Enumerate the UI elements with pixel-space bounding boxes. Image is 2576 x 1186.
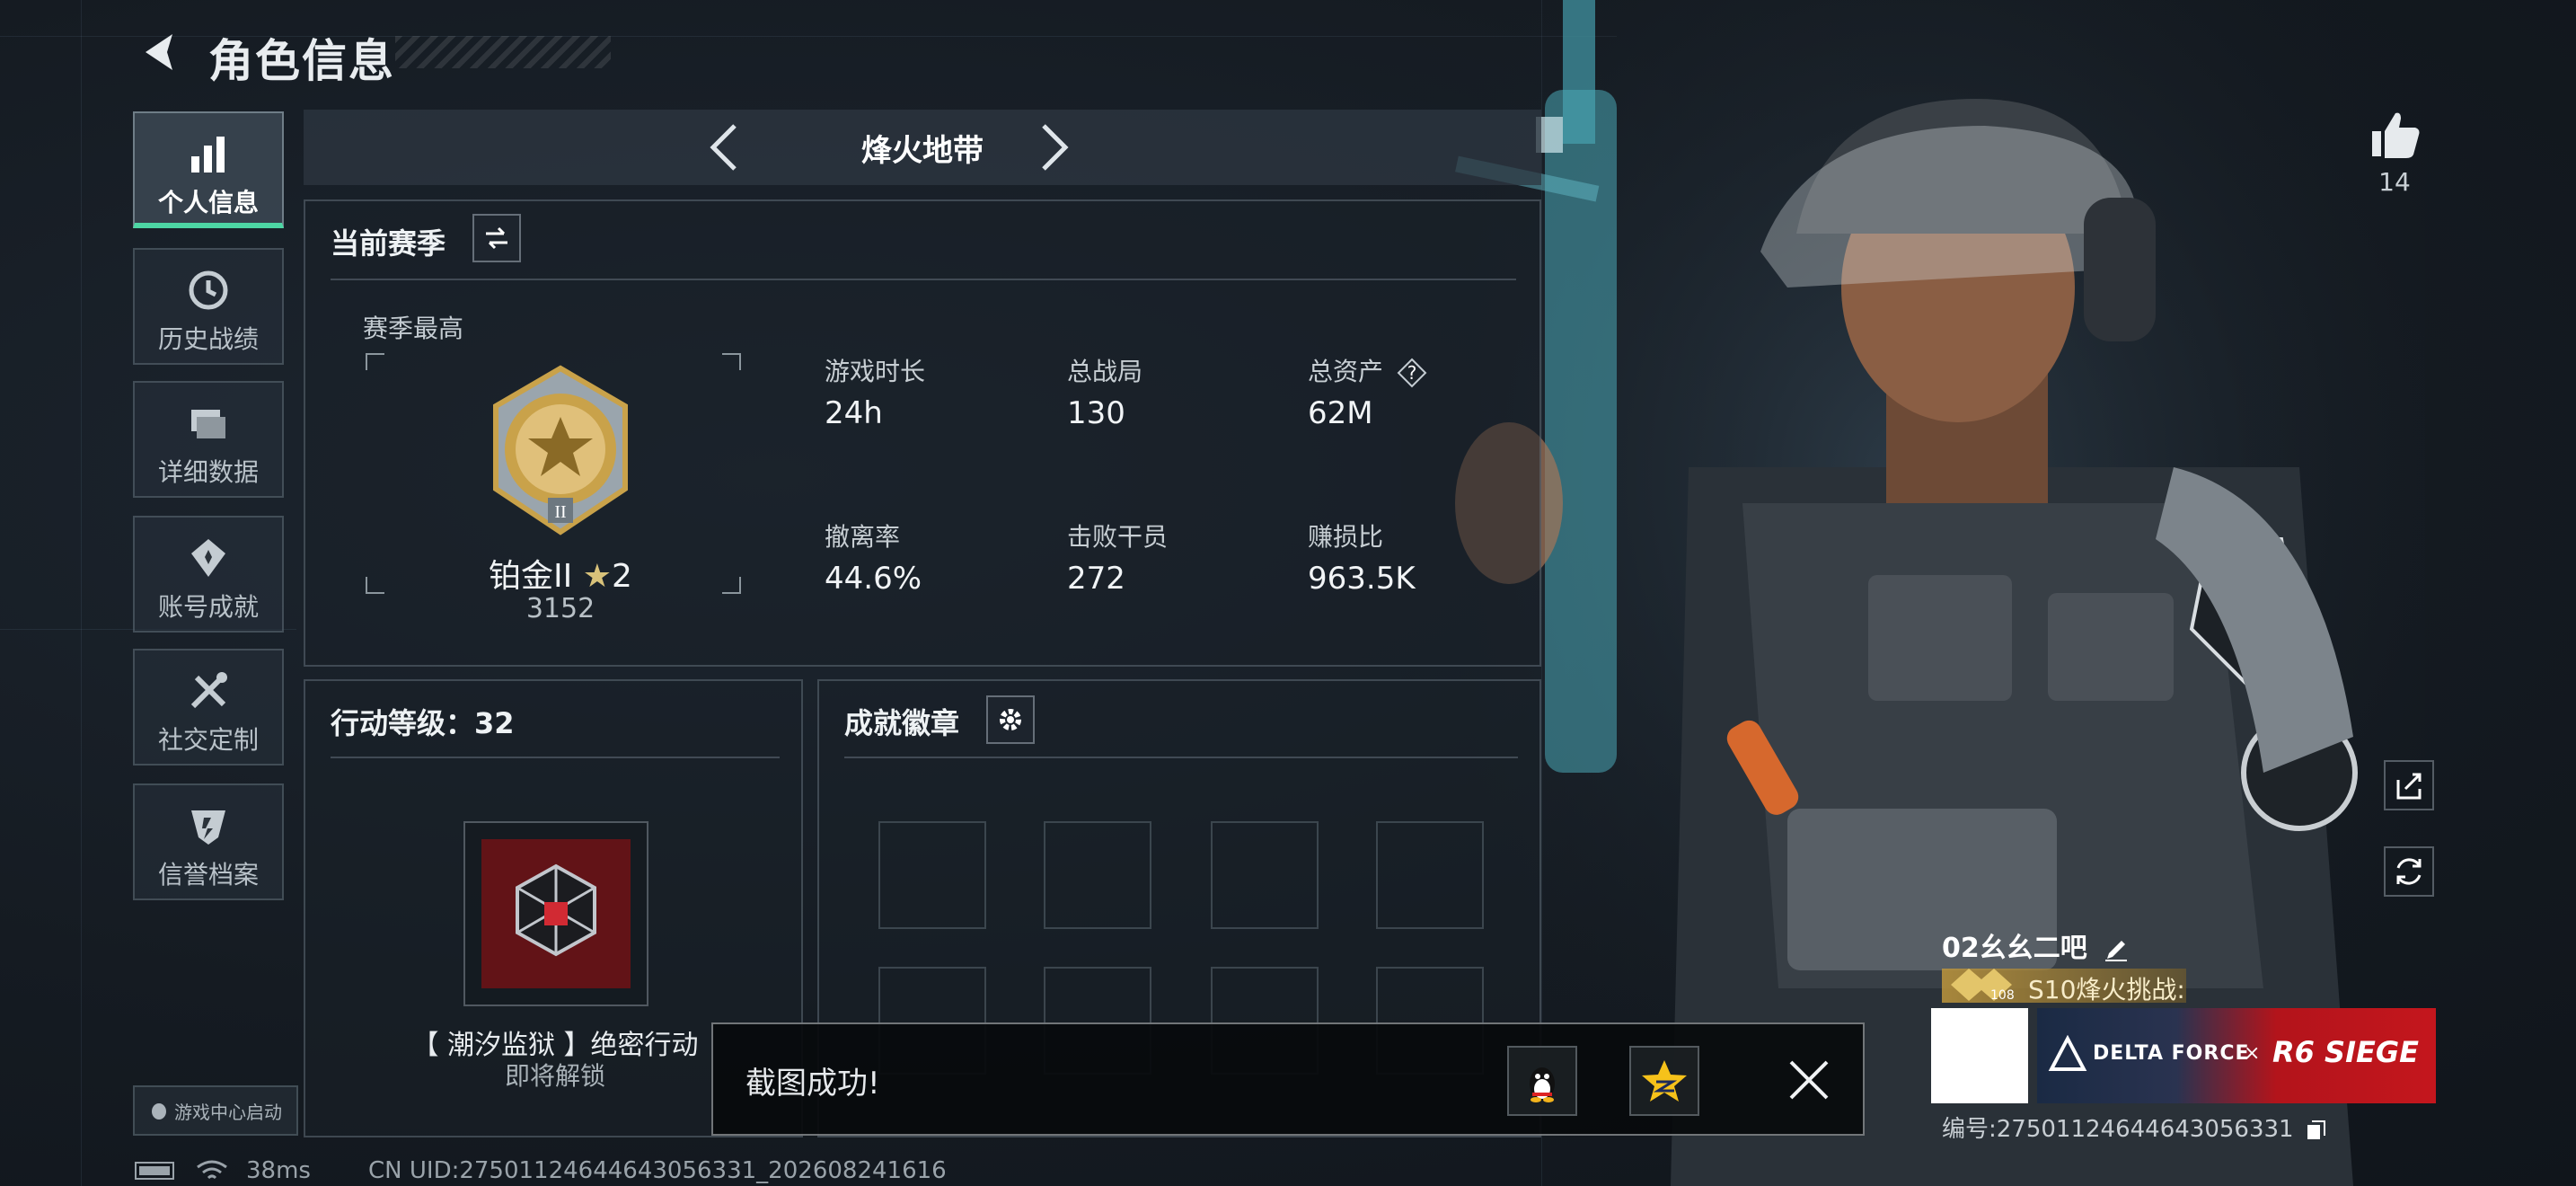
stat-value-extraction-rate: 44.6% [825, 561, 922, 597]
bar-chart-icon [191, 137, 225, 173]
collab-left-logo: DELTA FORCE [2093, 1042, 2250, 1065]
nav-item-label: 信誉档案 [157, 860, 259, 890]
ping-value: 38ms [246, 1157, 311, 1184]
badge-slot[interactable] [1211, 821, 1319, 929]
toast-message: 截图成功! [745, 1066, 880, 1102]
wifi-icon [197, 1160, 227, 1180]
delta-force-logo-icon [2048, 1035, 2087, 1071]
title-decoration [395, 36, 611, 68]
player-id: 编号:27501124644643056331 [1942, 1111, 2328, 1144]
stat-value-operators-defeated: 272 [1067, 561, 1125, 597]
separator [331, 757, 780, 758]
uid-line: CN UID:27501124644643056331_202608241616 [368, 1157, 947, 1184]
nav-item-social-custom[interactable]: 社交定制 [133, 649, 284, 766]
collab-banner: DELTA FORCE × R6 SIEGE [2037, 1008, 2436, 1103]
swap-arrows-icon [486, 226, 507, 250]
season-tag-text: S10烽火挑战: [2028, 975, 2185, 1005]
folder-icon [191, 410, 225, 438]
season-title: 当前赛季 [331, 226, 446, 261]
share-qzone-button[interactable] [1629, 1046, 1699, 1116]
nav-item-label: 历史战绩 [157, 324, 259, 354]
chevron-right-icon[interactable] [1022, 119, 1080, 176]
gear-icon [1000, 709, 1021, 730]
collab-right-logo: R6 SIEGE [2272, 1035, 2419, 1069]
stat-value-total-assets: 62M [1308, 395, 1373, 431]
like-count: 14 [2378, 167, 2411, 197]
nav-item-detailed-data[interactable]: 详细数据 [133, 381, 284, 498]
share-qq-button[interactable] [1507, 1046, 1577, 1116]
stat-value-playtime: 24h [825, 395, 883, 431]
mode-name: 烽火地带 [861, 133, 984, 169]
nav-item-credit-record[interactable]: 信誉档案 [133, 783, 284, 900]
platinum-rank-emblem-icon: II [493, 365, 628, 535]
avatar[interactable] [1931, 1008, 2028, 1103]
season-challenge-tag[interactable]: 108 S10烽火挑战: [1942, 969, 2186, 1005]
battery-icon [135, 1162, 174, 1180]
mode-selector: 烽火地带 [304, 110, 1541, 185]
nav-item-label: 个人信息 [157, 188, 259, 217]
season-best-label: 赛季最高 [363, 314, 464, 343]
separator [331, 279, 1516, 280]
stat-label-operators-defeated: 击败干员 [1067, 522, 1169, 552]
game-center-launch-button[interactable]: 游戏中心启动 [133, 1085, 298, 1136]
thumbs-up-icon [2372, 112, 2420, 158]
page-title: 角色信息 [208, 35, 395, 87]
level-title: 行动等级：32 [331, 706, 515, 740]
nav-item-achievements[interactable]: 账号成就 [133, 516, 284, 633]
stat-label-extraction-rate: 撤离率 [825, 522, 901, 552]
bg-grid-line [81, 0, 82, 1186]
stat-value-profit-loss-ratio: 963.5K [1308, 561, 1416, 597]
rank-name: 铂金II ★2 [489, 558, 632, 595]
help-question-icon[interactable]: ? [1397, 358, 1427, 388]
level-wing-icon: 108 [1951, 969, 2015, 1003]
stat-value-total-matches: 130 [1067, 395, 1125, 431]
badge-slot[interactable] [878, 821, 986, 929]
current-season-panel: 当前赛季 赛季最高 II 铂金II ★2 3152 游戏时长 24h 总战局 1… [304, 199, 1541, 667]
tidal-prison-cube-icon [481, 839, 631, 988]
stat-label-total-matches: 总战局 [1067, 357, 1143, 386]
qq-penguin-icon [1530, 1067, 1555, 1102]
nav-item-label: 详细数据 [157, 457, 259, 487]
svg-text:II: II [554, 502, 566, 522]
edit-pencil-icon[interactable] [2104, 937, 2129, 962]
stat-label-total-assets: 总资产 ? [1308, 352, 1427, 388]
share-icon [2396, 773, 2422, 800]
stat-label-profit-loss-ratio: 赚损比 [1308, 522, 1384, 552]
status-bar: 38ms [135, 1157, 311, 1184]
refresh-button[interactable] [2384, 846, 2434, 897]
badge-settings-button[interactable] [986, 695, 1035, 744]
svg-text:108: 108 [1990, 988, 2015, 1003]
refresh-icon [2396, 858, 2422, 885]
star-icon: ★ [582, 558, 613, 595]
separator [844, 757, 1518, 758]
qzone-star-icon [1642, 1060, 1687, 1102]
copy-icon[interactable] [2305, 1119, 2328, 1142]
nav-item-match-history[interactable]: 历史战绩 [133, 248, 284, 365]
tools-icon [190, 672, 227, 709]
badge-slot[interactable] [1376, 821, 1484, 929]
close-icon[interactable] [1778, 1049, 1839, 1111]
share-button[interactable] [2384, 760, 2434, 810]
rank-score: 3152 [525, 593, 595, 624]
level-reward-slot[interactable] [463, 821, 648, 1006]
stat-label-playtime: 游戏时长 [825, 357, 926, 386]
like-counter[interactable]: 14 [2359, 104, 2430, 197]
screenshot-toast: 截图成功! [711, 1022, 1865, 1136]
penguin-icon [152, 1103, 166, 1120]
player-name: 02幺幺二吧 [1942, 925, 2129, 965]
back-arrow-icon[interactable] [133, 25, 187, 79]
badge-slot[interactable] [1044, 821, 1151, 929]
nav-item-label: 账号成就 [157, 592, 259, 622]
nav-item-personal-info[interactable]: 个人信息 [133, 111, 284, 228]
history-clock-icon [189, 270, 228, 310]
svg-text:?: ? [1407, 362, 1417, 384]
collab-x: × [2244, 1042, 2261, 1065]
medal-icon [191, 539, 225, 577]
shield-icon [191, 810, 225, 845]
nav-item-label: 社交定制 [157, 725, 259, 755]
launch-label: 游戏中心启动 [174, 1101, 282, 1123]
switch-season-button[interactable] [472, 214, 521, 262]
badges-title: 成就徽章 [844, 706, 960, 740]
